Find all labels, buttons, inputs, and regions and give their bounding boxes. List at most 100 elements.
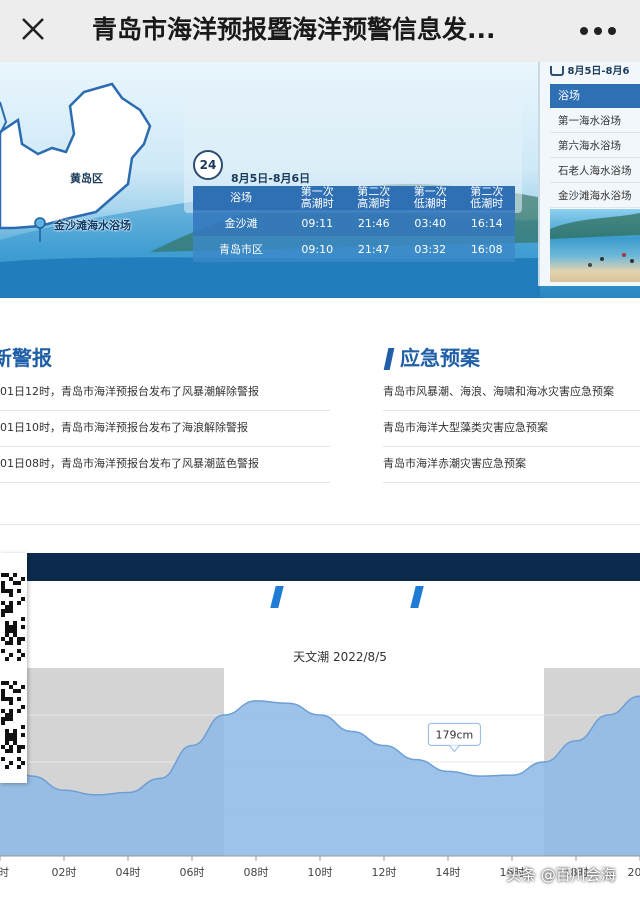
qr-module (17, 749, 21, 753)
qr-module (1, 649, 5, 653)
qr-module (9, 749, 13, 753)
qr-module (17, 601, 21, 605)
beach-list-item[interactable]: 石老人海水浴场 (550, 159, 640, 183)
qr-module (5, 733, 9, 737)
qr-module (1, 721, 5, 725)
qr-module (13, 733, 17, 737)
tide-cell: 09:10 (289, 236, 346, 262)
plan-item[interactable]: 青岛市海洋大型藻类灾害应急预案 (383, 410, 640, 447)
beach-list-header: 浴场 (550, 84, 640, 108)
beach-list-date: 8月5日-8月6 (550, 62, 640, 78)
qr-module (1, 581, 5, 585)
warning-item[interactable]: 01日10时，青岛市海洋预报台发布了海浪解除警报 (0, 410, 330, 447)
plan-item[interactable]: 青岛市风暴潮、海浪、海啸和海冰灾害应急预案 (383, 374, 640, 411)
qr-module (1, 709, 5, 713)
beach-list-item[interactable]: 第一海水浴场 (550, 109, 640, 133)
qr-module (13, 729, 17, 733)
qr-module (9, 685, 13, 689)
qr-module (1, 757, 5, 761)
x-tick-label: 0时 (0, 866, 9, 879)
tide-chart: 0时02时04时06时08时10时12时14时16时18时20时179cm (0, 668, 640, 879)
more-icon[interactable] (580, 27, 616, 35)
qr-module (9, 713, 13, 717)
x-tick-label: 12时 (372, 866, 397, 879)
qr-module (9, 641, 13, 645)
qr-module (17, 581, 21, 585)
tide-cell: 03:40 (402, 210, 459, 236)
qr-module (17, 589, 21, 593)
qr-code-graphic (0, 571, 26, 769)
qr-module (5, 717, 9, 721)
tide-table: 浴场 第一次 高潮时 第二次 高潮时 第一次 低潮时 第二次 低潮时 金沙滩 0… (193, 186, 515, 262)
qr-module (1, 609, 5, 613)
tide-cell: 16:14 (458, 210, 515, 236)
qr-module (5, 737, 9, 741)
tide-header-cell: 浴场 (193, 186, 289, 210)
qr-module (5, 729, 9, 733)
qr-module (9, 605, 13, 609)
qr-module (21, 597, 25, 601)
qr-module (1, 573, 5, 577)
x-tick-label: 02时 (52, 866, 77, 879)
tide-cell: 03:32 (402, 236, 459, 262)
tab-marker[interactable] (410, 586, 424, 608)
qr-module (5, 657, 9, 661)
tide-date-range: 8月5日-8月6日 (231, 172, 311, 185)
qr-module (21, 745, 25, 749)
qr-module (13, 681, 17, 685)
qr-module (13, 741, 17, 745)
qr-module (17, 657, 21, 661)
beach-list-item[interactable]: 第六海水浴场 (550, 134, 640, 158)
qr-module (1, 693, 5, 697)
qr-module (13, 633, 17, 637)
tab-marker[interactable] (270, 586, 284, 608)
qr-module (13, 581, 17, 585)
qr-module (5, 609, 9, 613)
qr-module (9, 745, 13, 749)
tide-cell: 21:47 (345, 236, 402, 262)
close-icon[interactable] (18, 14, 48, 44)
24h-icon: 24 (193, 150, 223, 180)
qr-module (1, 613, 5, 617)
qr-module (21, 577, 25, 581)
tooltip-pointer (449, 745, 460, 753)
qr-module (9, 697, 13, 701)
tab-band (0, 553, 640, 581)
tide-table-header: 浴场 第一次 高潮时 第二次 高潮时 第一次 低潮时 第二次 低潮时 (193, 186, 515, 210)
x-tick-label: 14时 (436, 866, 461, 879)
x-tick-label: 06时 (180, 866, 205, 879)
qr-module (9, 625, 13, 629)
x-tick-label: 08时 (244, 866, 269, 879)
qr-module (5, 629, 9, 633)
qr-module (5, 573, 9, 577)
qr-module (21, 685, 25, 689)
qr-module (13, 629, 17, 633)
beach-list-date-text: 8月5日-8月6 (567, 66, 630, 77)
tide-cell: 金沙滩 (193, 210, 289, 236)
qr-module (9, 761, 13, 765)
warnings-title: 新警报 (0, 346, 52, 370)
calendar-icon (550, 66, 564, 76)
qr-module (1, 689, 5, 693)
qr-module (1, 717, 5, 721)
qr-module (9, 737, 13, 741)
qr-code-card[interactable] (0, 553, 27, 783)
top-nav-bar: 青岛市海洋预报暨海洋预警信息发... (0, 0, 640, 62)
warning-item[interactable]: 01日08时，青岛市海洋预报台发布了风暴潮蓝色警报 (0, 446, 330, 483)
qr-module (9, 717, 13, 721)
beach-photo (550, 209, 640, 282)
warning-item[interactable]: 01日12时，青岛市海洋预报台发布了风暴潮解除警报 (0, 374, 330, 411)
qr-module (9, 577, 13, 581)
beach-list-item[interactable]: 金沙滩海水浴场 (550, 184, 640, 208)
qr-module (21, 625, 25, 629)
plan-item[interactable]: 青岛市海洋赤潮灾害应急预案 (383, 446, 640, 483)
qr-module (1, 601, 5, 605)
qr-module (13, 737, 17, 741)
divider (0, 524, 640, 525)
qr-module (21, 653, 25, 657)
24h-badge-text: 24 (199, 158, 217, 172)
qr-module (17, 689, 21, 693)
qr-module (5, 589, 9, 593)
tide-cell: 21:46 (345, 210, 402, 236)
tide-header-cell: 第一次 高潮时 (289, 186, 346, 210)
